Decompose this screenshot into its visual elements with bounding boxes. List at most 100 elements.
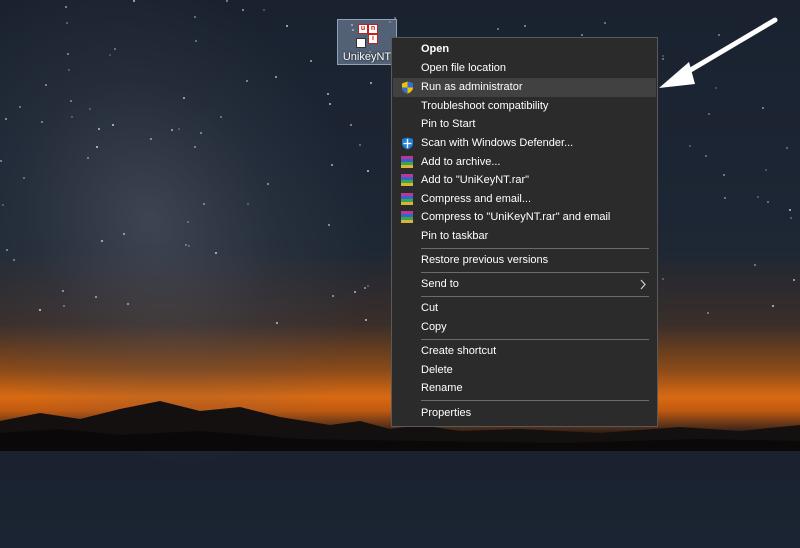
star <box>187 221 189 223</box>
menu-item-run-as-administrator[interactable]: Run as administrator <box>393 78 656 97</box>
star <box>114 48 116 50</box>
menu-item-label: Copy <box>421 321 447 333</box>
menu-item-label: Add to archive... <box>421 156 501 168</box>
menu-item-label: Rename <box>421 382 463 394</box>
star <box>127 303 129 305</box>
menu-item-restore-previous-versions[interactable]: Restore previous versions <box>393 251 656 270</box>
menu-item-label: Properties <box>421 407 472 419</box>
star <box>200 132 202 134</box>
star <box>328 224 330 226</box>
winrar-icon <box>401 211 413 223</box>
winrar-icon <box>401 193 413 205</box>
star <box>194 16 196 18</box>
menu-item-troubleshoot-compatibility[interactable]: Troubleshoot compatibility <box>393 97 656 116</box>
star <box>267 183 269 185</box>
star <box>365 319 367 321</box>
star <box>364 287 366 289</box>
star <box>19 106 21 108</box>
star <box>310 60 312 62</box>
context-menu: Open Open file location Run as administr… <box>391 37 658 427</box>
glyph-letter: n <box>368 24 378 34</box>
star <box>275 76 277 78</box>
menu-item-compress-to-rar-and-email[interactable]: Compress to "UniKeyNT.rar" and email <box>393 208 656 227</box>
star <box>367 170 369 172</box>
menu-item-label: Compress to "UniKeyNT.rar" and email <box>421 211 611 223</box>
menu-item-label: Send to <box>421 278 459 290</box>
star <box>109 54 111 56</box>
star <box>123 233 125 235</box>
star <box>87 157 89 159</box>
menu-item-open-file-location[interactable]: Open file location <box>393 59 656 78</box>
menu-item-add-to-rar[interactable]: Add to "UniKeyNT.rar" <box>393 171 656 190</box>
star <box>66 22 68 24</box>
star <box>194 146 196 148</box>
star <box>195 40 197 42</box>
star <box>6 249 8 251</box>
star <box>724 197 726 199</box>
star <box>220 116 222 118</box>
star <box>68 69 70 71</box>
unikey-desktop-shortcut[interactable]: u n i UnikeyNT <box>337 19 397 65</box>
star <box>226 0 228 2</box>
star <box>786 147 788 149</box>
star <box>286 25 288 27</box>
uac-shield-icon <box>402 81 413 94</box>
menu-item-properties[interactable]: Properties <box>393 404 656 423</box>
star <box>707 312 709 314</box>
pointer-arrow-annotation <box>659 17 778 88</box>
star <box>754 264 756 266</box>
menu-item-label: Pin to taskbar <box>421 230 489 242</box>
menu-item-open[interactable]: Open <box>393 40 656 59</box>
menu-separator <box>421 339 649 340</box>
menu-item-rename[interactable]: Rename <box>393 379 656 398</box>
star <box>757 196 759 198</box>
star <box>65 6 67 8</box>
star <box>329 103 331 105</box>
star <box>183 97 185 99</box>
menu-item-cut[interactable]: Cut <box>393 299 656 318</box>
menu-item-label: Compress and email... <box>421 193 532 205</box>
menu-item-add-to-archive[interactable]: Add to archive... <box>393 153 656 172</box>
star <box>762 107 764 109</box>
star <box>662 278 664 280</box>
menu-item-label: Troubleshoot compatibility <box>421 100 549 112</box>
menu-item-copy[interactable]: Copy <box>393 318 656 337</box>
star <box>133 0 135 2</box>
menu-item-pin-to-taskbar[interactable]: Pin to taskbar <box>393 227 656 246</box>
star <box>723 174 725 176</box>
star <box>13 259 15 261</box>
star <box>354 291 356 293</box>
star <box>689 145 691 147</box>
star <box>332 295 334 297</box>
star <box>247 203 249 205</box>
star <box>62 290 64 292</box>
glyph-letter: u <box>358 24 368 34</box>
star <box>246 80 248 82</box>
star <box>185 244 187 246</box>
star <box>63 305 65 307</box>
star <box>242 9 244 11</box>
menu-item-send-to[interactable]: Send to <box>393 275 656 294</box>
menu-item-label: Restore previous versions <box>421 254 549 266</box>
star <box>772 305 774 307</box>
star <box>497 28 499 30</box>
star <box>67 53 69 55</box>
star <box>96 146 98 148</box>
menu-item-label: Open <box>421 43 450 55</box>
menu-item-label: Delete <box>421 364 453 376</box>
menu-item-delete[interactable]: Delete <box>393 361 656 380</box>
star <box>0 160 2 162</box>
star <box>524 25 526 27</box>
menu-separator <box>421 248 649 249</box>
menu-item-compress-and-email[interactable]: Compress and email... <box>393 190 656 209</box>
star <box>604 22 606 24</box>
menu-item-label: Add to "UniKeyNT.rar" <box>421 174 530 186</box>
menu-item-pin-to-start[interactable]: Pin to Start <box>393 115 656 134</box>
star <box>581 34 583 36</box>
menu-separator <box>421 272 649 273</box>
menu-item-scan-defender[interactable]: Scan with Windows Defender... <box>393 134 656 153</box>
star <box>171 129 173 131</box>
menu-item-create-shortcut[interactable]: Create shortcut <box>393 342 656 361</box>
shortcut-overlay-icon <box>356 38 366 48</box>
star <box>45 84 47 86</box>
